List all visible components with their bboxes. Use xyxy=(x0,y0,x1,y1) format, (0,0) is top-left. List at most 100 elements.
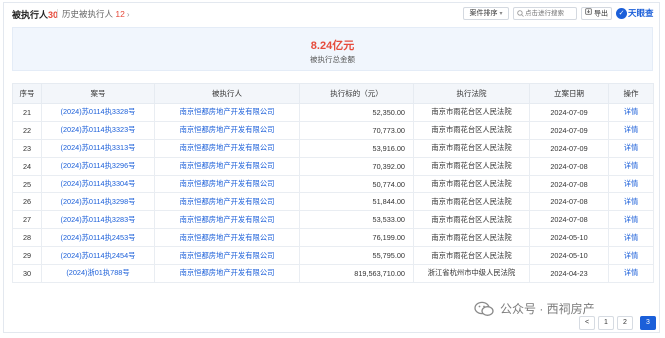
detail-link[interactable]: 详情 xyxy=(608,264,654,283)
total-amount-label: 被执行总金额 xyxy=(310,55,355,64)
col-header-amount: 执行标的（元） xyxy=(299,83,414,104)
cell-court: 南京市雨花台区人民法院 xyxy=(413,156,530,176)
cell-amount: 76,199.00 xyxy=(299,228,414,248)
cell-amount: 70,773.00 xyxy=(299,120,414,140)
tab-history-executed-person[interactable]: 历史被执行人 12 › xyxy=(62,8,130,20)
cell-amount: 51,844.00 xyxy=(299,192,414,212)
cell-amount: 53,916.00 xyxy=(299,138,414,158)
cell-amount: 52,350.00 xyxy=(299,103,414,122)
detail-link[interactable]: 详情 xyxy=(608,138,654,158)
cell-date: 2024-07-08 xyxy=(529,174,609,194)
wechat-icon xyxy=(474,301,494,323)
cell-court: 南京市雨花台区人民法院 xyxy=(413,228,530,248)
pagination-page-2[interactable]: 2 xyxy=(617,316,633,330)
table-row: 23 (2024)苏0114执3313号 南京恒都房地产开发有限公司 53,91… xyxy=(12,138,654,158)
detail-link[interactable]: 详情 xyxy=(608,120,654,140)
party-link[interactable]: 南京恒都房地产开发有限公司 xyxy=(154,174,300,194)
party-link[interactable]: 南京恒都房地产开发有限公司 xyxy=(154,246,300,266)
detail-link[interactable]: 详情 xyxy=(608,192,654,212)
detail-link[interactable]: 详情 xyxy=(608,156,654,176)
party-link[interactable]: 南京恒都房地产开发有限公司 xyxy=(154,156,300,176)
case-number-link[interactable]: (2024)苏0114执3313号 xyxy=(41,138,155,158)
party-link[interactable]: 南京恒都房地产开发有限公司 xyxy=(154,138,300,158)
search-input[interactable] xyxy=(525,8,575,19)
search-box[interactable] xyxy=(513,7,577,20)
cell-date: 2024-05-10 xyxy=(529,246,609,266)
detail-link[interactable]: 详情 xyxy=(608,246,654,266)
party-link[interactable]: 南京恒都房地产开发有限公司 xyxy=(154,264,300,283)
tab-executed-person-label: 被执行人 xyxy=(12,10,49,20)
cell-court: 南京市雨花台区人民法院 xyxy=(413,246,530,266)
case-number-link[interactable]: (2024)苏0114执3304号 xyxy=(41,174,155,194)
case-number-link[interactable]: (2024)浙01执788号 xyxy=(41,264,155,283)
cell-index: 28 xyxy=(12,228,42,248)
cell-court: 南京市雨花台区人民法院 xyxy=(413,138,530,158)
tianyancha-logo: ✓ 天眼查 xyxy=(616,7,654,20)
detail-link[interactable]: 详情 xyxy=(608,228,654,248)
table-row: 26 (2024)苏0114执3298号 南京恒都房地产开发有限公司 51,84… xyxy=(12,192,654,212)
table-row: 28 (2024)苏0114执2453号 南京恒都房地产开发有限公司 76,19… xyxy=(12,228,654,248)
cell-date: 2024-07-09 xyxy=(529,120,609,140)
detail-link[interactable]: 详情 xyxy=(608,103,654,122)
execution-table: 序号 案号 被执行人 执行标的（元） 执行法院 立案日期 操作 21 (2024… xyxy=(12,83,654,283)
party-link[interactable]: 南京恒都房地产开发有限公司 xyxy=(154,103,300,122)
export-button[interactable]: 导出 xyxy=(581,7,612,20)
case-number-link[interactable]: (2024)苏0114执3323号 xyxy=(41,120,155,140)
cell-court: 浙江省杭州市中级人民法院 xyxy=(413,264,530,283)
cell-date: 2024-07-08 xyxy=(529,192,609,212)
col-header-index: 序号 xyxy=(12,83,42,104)
case-number-link[interactable]: (2024)苏0114执2454号 xyxy=(41,246,155,266)
table-row: 27 (2024)苏0114执3283号 南京恒都房地产开发有限公司 53,53… xyxy=(12,210,654,230)
cell-index: 30 xyxy=(12,264,42,283)
cell-date: 2024-07-08 xyxy=(529,210,609,230)
cell-index: 23 xyxy=(12,138,42,158)
tab-history-label: 历史被执行人 xyxy=(62,9,114,19)
cell-court: 南京市雨花台区人民法院 xyxy=(413,192,530,212)
col-header-party: 被执行人 xyxy=(154,83,300,104)
case-number-link[interactable]: (2024)苏0114执3328号 xyxy=(41,103,155,122)
cell-index: 26 xyxy=(12,192,42,212)
tab-executed-person[interactable]: 被执行人30 xyxy=(12,8,58,21)
party-link[interactable]: 南京恒都房地产开发有限公司 xyxy=(154,210,300,230)
cell-amount: 50,774.00 xyxy=(299,174,414,194)
case-number-link[interactable]: (2024)苏0114执2453号 xyxy=(41,228,155,248)
case-number-link[interactable]: (2024)苏0114执3283号 xyxy=(41,210,155,230)
panel-header: 被执行人30 历史被执行人 12› 案件排序▾ 导出 ✓天眼查 xyxy=(4,3,659,23)
pagination-page-1[interactable]: 1 xyxy=(598,316,614,330)
col-header-action: 操作 xyxy=(608,83,654,104)
chevron-down-icon: ▾ xyxy=(499,11,503,17)
table-row: 25 (2024)苏0114执3304号 南京恒都房地产开发有限公司 50,77… xyxy=(12,174,654,194)
header-divider xyxy=(57,9,58,18)
case-number-link[interactable]: (2024)苏0114执3298号 xyxy=(41,192,155,212)
cell-amount: 53,533.00 xyxy=(299,210,414,230)
sort-label: 案件排序 xyxy=(469,10,498,17)
party-link[interactable]: 南京恒都房地产开发有限公司 xyxy=(154,120,300,140)
execution-panel: 被执行人30 历史被执行人 12› 案件排序▾ 导出 ✓天眼查 8.24亿元 被… xyxy=(3,2,660,333)
export-icon xyxy=(585,8,592,19)
logo-mark-icon: ✓ xyxy=(616,8,627,20)
search-icon xyxy=(517,10,524,19)
chevron-right-icon: › xyxy=(126,10,130,19)
pagination-prev-button[interactable]: < xyxy=(579,316,595,330)
pagination: < 1 2 3 xyxy=(579,316,659,330)
party-link[interactable]: 南京恒都房地产开发有限公司 xyxy=(154,228,300,248)
sort-dropdown[interactable]: 案件排序 ▾ xyxy=(463,7,509,20)
detail-link[interactable]: 详情 xyxy=(608,210,654,230)
logo-text: 天眼查 xyxy=(628,8,654,18)
cell-date: 2024-07-08 xyxy=(529,156,609,176)
col-header-court: 执行法院 xyxy=(413,83,530,104)
party-link[interactable]: 南京恒都房地产开发有限公司 xyxy=(154,192,300,212)
cell-court: 南京市雨花台区人民法院 xyxy=(413,174,530,194)
table-row: 30 (2024)浙01执788号 南京恒都房地产开发有限公司 819,563,… xyxy=(12,264,654,283)
cell-index: 21 xyxy=(12,103,42,122)
col-header-date: 立案日期 xyxy=(529,83,609,104)
cell-amount: 70,392.00 xyxy=(299,156,414,176)
cell-date: 2024-05-10 xyxy=(529,228,609,248)
cell-date: 2024-07-09 xyxy=(529,138,609,158)
detail-link[interactable]: 详情 xyxy=(608,174,654,194)
case-number-link[interactable]: (2024)苏0114执3296号 xyxy=(41,156,155,176)
table-row: 24 (2024)苏0114执3296号 南京恒都房地产开发有限公司 70,39… xyxy=(12,156,654,176)
pagination-page-3-current[interactable]: 3 xyxy=(640,316,656,330)
total-amount-value: 8.24亿元 xyxy=(310,40,355,52)
cell-index: 22 xyxy=(12,120,42,140)
